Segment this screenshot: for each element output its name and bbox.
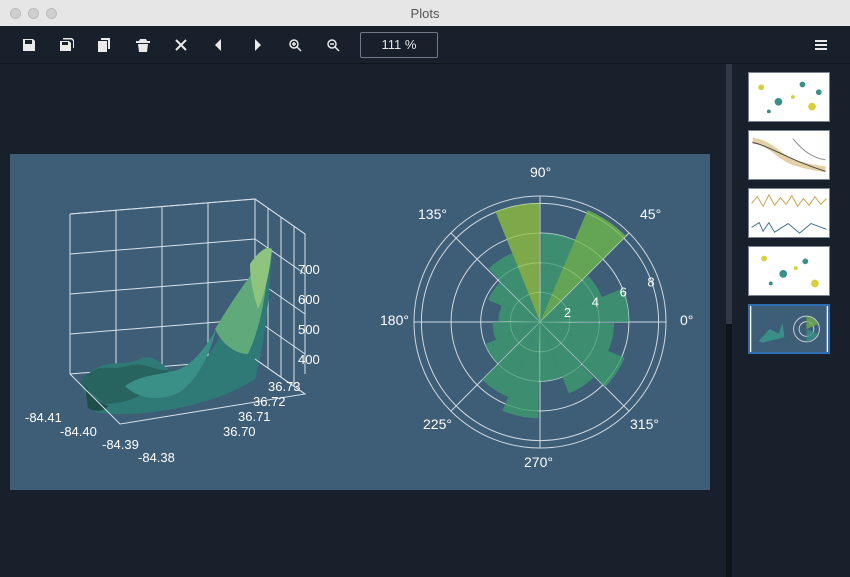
save-button[interactable] — [10, 26, 48, 64]
surface-y-tick-3673: 36.73 — [268, 379, 301, 394]
polar-angle-135: 135° — [418, 206, 447, 222]
hamburger-menu-button[interactable] — [802, 26, 840, 64]
remove-all-button[interactable] — [162, 26, 200, 64]
svg-text:2: 2 — [564, 305, 571, 320]
prev-plot-button[interactable] — [200, 26, 238, 64]
svg-text:6: 6 — [620, 285, 627, 300]
polar-angle-45: 45° — [640, 206, 661, 222]
zoom-out-button[interactable] — [314, 26, 352, 64]
surface-x-tick-8440: -84.40 — [60, 424, 97, 439]
polar-angle-225: 225° — [423, 416, 452, 432]
viewer-scrollbar-thumb[interactable] — [726, 64, 732, 324]
copy-button[interactable] — [86, 26, 124, 64]
thumbnail-4[interactable] — [748, 246, 830, 296]
next-plot-button[interactable] — [238, 26, 276, 64]
svg-text:4: 4 — [592, 295, 599, 310]
thumbnail-3[interactable] — [748, 188, 830, 238]
delete-button[interactable] — [124, 26, 162, 64]
content-area: 700 600 500 400 36.73 36.72 36.71 36.70 … — [0, 64, 850, 577]
thumbnail-panel — [740, 64, 850, 577]
zoom-level-input[interactable]: 111 % — [360, 32, 438, 58]
svg-text:8: 8 — [647, 274, 654, 289]
surface-z-tick-700: 700 — [298, 262, 320, 277]
thumbnail-1[interactable] — [748, 72, 830, 122]
viewer-scrollbar-track[interactable] — [726, 64, 732, 577]
save-all-button[interactable] — [48, 26, 86, 64]
figure-combined: 700 600 500 400 36.73 36.72 36.71 36.70 … — [10, 154, 710, 490]
surface-y-tick-3670: 36.70 — [223, 424, 256, 439]
window-titlebar: Plots — [0, 0, 850, 26]
surface-x-tick-8439: -84.39 — [102, 437, 139, 452]
surface-x-tick-8441: -84.41 — [25, 410, 62, 425]
thumbnail-5[interactable] — [748, 304, 830, 354]
window-title: Plots — [0, 6, 850, 21]
toolbar: 111 % — [0, 26, 850, 64]
polar-chart: 2 4 6 8 — [380, 154, 700, 490]
zoom-in-button[interactable] — [276, 26, 314, 64]
surface-x-tick-8438: -84.38 — [138, 450, 175, 465]
thumbnail-2[interactable] — [748, 130, 830, 180]
surface-z-tick-400: 400 — [298, 352, 320, 367]
surface-z-tick-600: 600 — [298, 292, 320, 307]
surface-y-tick-3671: 36.71 — [238, 409, 271, 424]
polar-angle-180: 180° — [380, 312, 409, 328]
surface-y-tick-3672: 36.72 — [253, 394, 286, 409]
polar-angle-90: 90° — [530, 164, 551, 180]
plot-viewer[interactable]: 700 600 500 400 36.73 36.72 36.71 36.70 … — [0, 64, 740, 577]
surface-z-tick-500: 500 — [298, 322, 320, 337]
polar-angle-0: 0° — [680, 312, 693, 328]
polar-angle-270: 270° — [524, 454, 553, 470]
polar-angle-315: 315° — [630, 416, 659, 432]
